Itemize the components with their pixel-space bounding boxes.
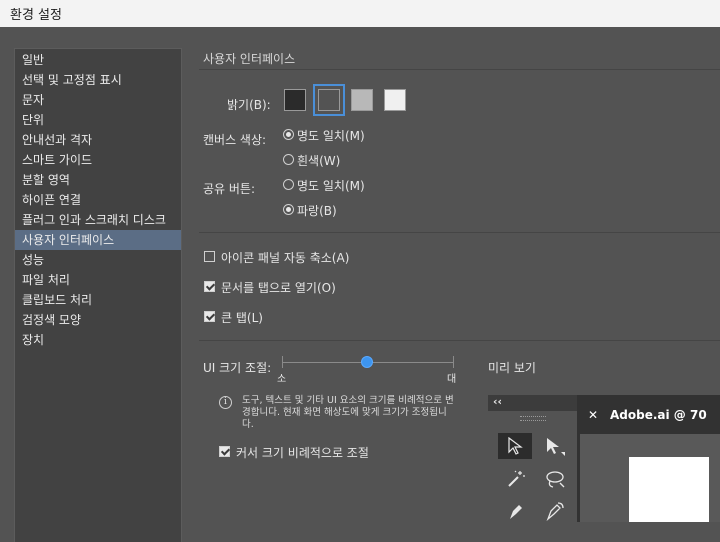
sidebar-item-units[interactable]: 단위 (15, 110, 181, 130)
sidebar-item-type[interactable]: 문자 (15, 90, 181, 110)
sidebar-item-black-appearance[interactable]: 검정색 모양 (15, 310, 181, 330)
preview-label: 미리 보기 (488, 361, 536, 375)
canvas-color-white-radio[interactable] (283, 154, 294, 165)
share-button-blue-label[interactable]: 파랑(B) (297, 202, 337, 219)
share-button-match-radio[interactable] (283, 179, 294, 190)
open-docs-as-tabs-checkbox[interactable] (204, 281, 215, 292)
preview-tools-header: ‹‹ (488, 395, 577, 421)
title-bar: 환경 설정 (0, 0, 720, 27)
sidebar-item-selection[interactable]: 선택 및 고정점 표시 (15, 70, 181, 90)
preview-document-tab: ✕ Adobe.ai @ 70 (580, 400, 720, 434)
share-button-match-label[interactable]: 명도 일치(M) (297, 177, 365, 194)
curvature-tool-icon (536, 497, 570, 522)
preview-tab-title: Adobe.ai @ 70 (610, 408, 707, 422)
ui-scale-tick (282, 356, 283, 368)
ui-scale-max-label: 대 (447, 374, 457, 385)
open-docs-as-tabs-label[interactable]: 문서를 탭으로 열기(O) (221, 279, 336, 296)
cursor-scale-checkbox[interactable] (219, 446, 230, 457)
canvas-color-match-radio[interactable] (283, 129, 294, 140)
info-icon: i (219, 396, 232, 409)
sidebar-item-devices[interactable]: 장치 (15, 330, 181, 350)
window-title: 환경 설정 (10, 8, 62, 23)
share-button-blue-radio[interactable] (283, 204, 294, 215)
sidebar-item-smart-guides[interactable]: 스마트 가이드 (15, 150, 181, 170)
sidebar-item-hyphenation[interactable]: 하이픈 연결 (15, 190, 181, 210)
ui-scale-tick (453, 356, 454, 368)
sidebar-item-slices[interactable]: 분할 영역 (15, 170, 181, 190)
auto-collapse-checkbox[interactable] (204, 251, 215, 262)
preview-panel: ‹‹ ✕ Adobe.ai @ 70 (488, 395, 720, 522)
share-button-label: 공유 버튼: (203, 182, 256, 196)
brightness-swatch-light[interactable] (384, 89, 406, 111)
selection-tool-icon (498, 433, 532, 459)
sidebar-item-plugins-scratch[interactable]: 플러그 인과 스크래치 디스크 (15, 210, 181, 230)
category-sidebar: 일반 선택 및 고정점 표시 문자 단위 안내선과 격자 스마트 가이드 분할 … (14, 48, 182, 542)
section-divider (199, 69, 720, 70)
large-tabs-checkbox[interactable] (204, 311, 215, 322)
sidebar-item-guides-grid[interactable]: 안내선과 격자 (15, 130, 181, 150)
ui-scale-label: UI 크기 조절: (203, 361, 272, 375)
sidebar-item-performance[interactable]: 성능 (15, 250, 181, 270)
brightness-swatch-medium-light[interactable] (351, 89, 373, 111)
auto-collapse-label[interactable]: 아이콘 패널 자동 축소(A) (221, 249, 349, 266)
canvas-color-white-label[interactable]: 흰색(W) (297, 152, 340, 169)
sidebar-item-general[interactable]: 일반 (15, 50, 181, 70)
canvas-color-label: 캔버스 색상: (203, 133, 267, 147)
brightness-swatch-dark[interactable] (284, 89, 306, 111)
direct-selection-tool-icon (536, 433, 570, 459)
sidebar-item-file-handling[interactable]: 파일 처리 (15, 270, 181, 290)
brightness-label: 밝기(B): (227, 98, 271, 112)
preview-artboard (629, 457, 709, 522)
brightness-swatch-medium-dark[interactable] (318, 89, 340, 111)
divider (199, 340, 720, 341)
magic-wand-tool-icon (498, 465, 532, 491)
tab-close-icon: ✕ (588, 408, 599, 422)
ui-scale-slider-thumb[interactable] (361, 356, 373, 368)
ui-scale-min-label: 소 (277, 374, 287, 385)
large-tabs-label[interactable]: 큰 탭(L) (221, 309, 263, 326)
grip-icon (520, 416, 546, 421)
section-title: 사용자 인터페이스 (203, 52, 296, 66)
cursor-scale-label[interactable]: 커서 크기 비례적으로 조절 (236, 444, 369, 461)
divider (199, 232, 720, 233)
lasso-tool-icon (536, 465, 570, 491)
ui-scale-info-text: 도구, 텍스트 및 기타 UI 요소의 크기를 비례적으로 변경합니다. 현재 … (242, 395, 454, 430)
collapse-icon: ‹‹ (493, 395, 503, 408)
preview-tools-panel: ‹‹ (488, 395, 577, 522)
pen-tool-icon (498, 497, 532, 522)
sidebar-item-user-interface[interactable]: 사용자 인터페이스 (15, 230, 181, 250)
sidebar-item-clipboard[interactable]: 클립보드 처리 (15, 290, 181, 310)
canvas-color-match-label[interactable]: 명도 일치(M) (297, 127, 365, 144)
